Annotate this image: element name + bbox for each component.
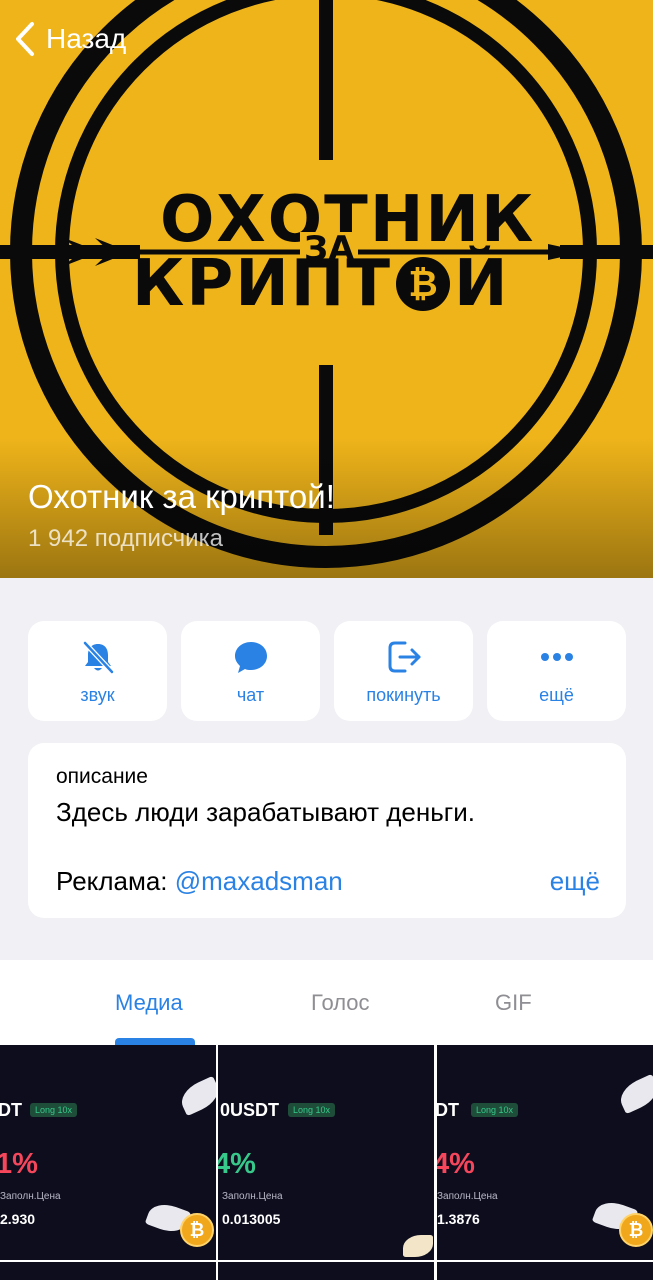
trade-pair: DT	[437, 1100, 459, 1120]
trade-price: 0.013005	[222, 1211, 281, 1227]
price-label: Заполн.Цена	[0, 1191, 61, 1202]
chat-bubble-icon	[231, 637, 271, 677]
leave-label: покинуть	[366, 684, 441, 705]
trade-pair: DT	[0, 1100, 22, 1120]
wing-icon	[176, 1075, 216, 1117]
description-card: описание Здесь люди зарабатывают деньги.…	[28, 743, 626, 918]
mute-label: звук	[80, 684, 115, 705]
trade-badge: Long 10x	[288, 1103, 336, 1117]
leave-button[interactable]: покинуть	[334, 621, 473, 721]
description-more-link[interactable]: ещё	[550, 866, 600, 897]
cloud-icon	[403, 1235, 433, 1257]
more-button[interactable]: ещё	[487, 621, 626, 721]
logo-line2-text: КРИПТ	[132, 247, 392, 321]
media-thumbnail[interactable]: DT Long 10x 4% Заполн.Цена 1.3876 ₿	[437, 1045, 653, 1260]
trade-price: 2.930	[0, 1211, 36, 1227]
tab-gif[interactable]: GIF	[495, 990, 532, 1016]
ad-prefix: Реклама:	[56, 866, 175, 896]
chat-label: чат	[236, 684, 265, 705]
price-label: Заполн.Цена	[222, 1191, 283, 1202]
chevron-left-icon	[16, 22, 34, 56]
channel-title: Охотник за криптой!	[28, 478, 335, 515]
ad-line: Реклама: @maxadsman	[56, 866, 343, 897]
price-label: Заполн.Цена	[437, 1191, 498, 1202]
trade-price: 1.3876	[437, 1211, 480, 1227]
channel-cover: ОХОТНИК ЗА КРИПТ ₿ Й Назад Охотник за кр…	[0, 0, 653, 578]
media-thumbnail[interactable]	[437, 1262, 653, 1280]
trade-pair: 0USDT	[220, 1100, 280, 1120]
bitcoin-icon: ₿	[396, 257, 450, 311]
subscriber-count: 1 942 подписчика	[28, 525, 223, 552]
chat-button[interactable]: чат	[181, 621, 320, 721]
back-label: Назад	[46, 23, 127, 54]
description-text: Здесь люди зарабатывают деньги.	[56, 797, 476, 827]
more-dots-icon	[537, 637, 577, 677]
trade-percent: 1%	[0, 1148, 38, 1180]
description-label: описание	[56, 765, 148, 788]
tab-media[interactable]: Медиа	[115, 990, 183, 1016]
ad-link[interactable]: @maxadsman	[175, 866, 343, 896]
logo-line2-end: Й	[454, 247, 508, 321]
media-grid: DT Long 10x 1% Заполн.Цена 2.930 ₿ 0USDT…	[0, 1045, 653, 1280]
action-bar: звук чат покинуть ещё	[28, 621, 626, 721]
active-tab-indicator	[115, 1038, 195, 1045]
media-thumbnail[interactable]: 0USDT Long 10x 4% Заполн.Цена 0.013005	[218, 1045, 434, 1260]
bitcoin-icon: ₿	[180, 1213, 214, 1247]
wing-icon	[615, 1073, 653, 1115]
media-tabs: Медиа Голос GIF	[0, 960, 653, 1045]
media-thumbnail[interactable]: DT Long 10x 1% Заполн.Цена 2.930 ₿	[0, 1045, 216, 1260]
trade-badge: Long 10x	[30, 1103, 78, 1117]
logo-line2: КРИПТ ₿ Й	[132, 252, 508, 316]
mute-button[interactable]: звук	[28, 621, 167, 721]
bell-muted-icon	[78, 637, 118, 677]
trade-percent: 4%	[437, 1148, 475, 1180]
back-button[interactable]: Назад	[14, 20, 126, 58]
leave-icon	[384, 637, 424, 677]
media-thumbnail[interactable]	[0, 1262, 216, 1280]
trade-percent: 4%	[218, 1148, 256, 1180]
media-thumbnail[interactable]	[218, 1262, 434, 1280]
bitcoin-icon: ₿	[619, 1213, 653, 1247]
tab-voice[interactable]: Голос	[311, 990, 370, 1016]
more-label: ещё	[539, 684, 574, 705]
trade-badge: Long 10x	[471, 1103, 519, 1117]
